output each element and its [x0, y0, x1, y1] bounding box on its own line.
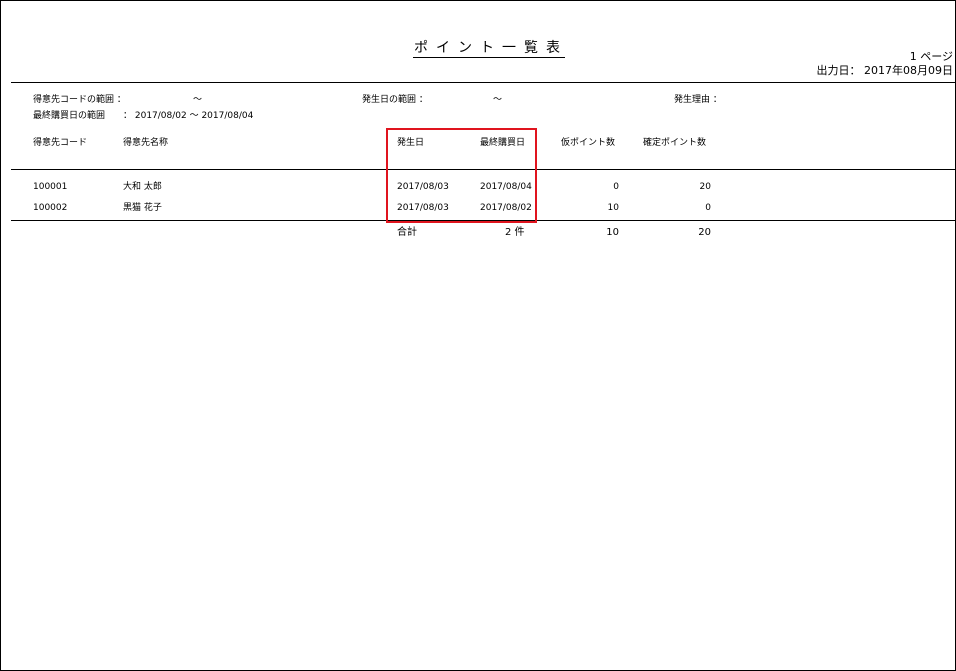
totals-confirmed-points: 20	[698, 227, 711, 238]
col-header-customer-name: 得意先名称	[123, 138, 169, 148]
totals-provisional-points: 10	[606, 227, 619, 238]
filter-last-purchase-label: 最終購買日の範囲	[33, 111, 106, 121]
page-number: 1 ページ	[909, 50, 953, 63]
row-customer-name: 大和 太郎	[123, 182, 162, 192]
row-customer-code: 100002	[33, 203, 68, 213]
filter-reason-label: 発生理由 ：	[674, 95, 722, 105]
row-confirmed-points: 0	[705, 203, 711, 213]
row-provisional-points: 10	[607, 203, 619, 213]
col-header-confirmed-points: 確定ポイント数	[643, 138, 707, 148]
title-underline	[413, 57, 565, 58]
report-page: ポイント一覧表 1 ページ 出力日： 2017年08月09日 得意先コードの範囲…	[0, 0, 956, 671]
date-columns-highlight-box	[386, 128, 537, 223]
filter-occurrence-date-sep: ～	[493, 95, 503, 105]
totals-count: 2 件	[505, 227, 525, 238]
row-provisional-points: 0	[613, 182, 619, 192]
filter-customer-code-label: 得意先コードの範囲 ：	[33, 95, 126, 105]
col-header-provisional-points: 仮ポイント数	[561, 138, 616, 148]
filter-customer-code-sep: ～	[193, 95, 203, 105]
report-title: ポイント一覧表	[414, 40, 568, 56]
filter-occurrence-date-label: 発生日の範囲 ：	[362, 95, 428, 105]
col-header-customer-code: 得意先コード	[33, 138, 88, 148]
totals-label: 合計	[397, 227, 417, 238]
output-date: 出力日： 2017年08月09日	[816, 64, 953, 77]
header-divider	[11, 82, 955, 83]
row-customer-name: 黒猫 花子	[123, 203, 162, 213]
filter-last-purchase-value: ： 2017/08/02 ～ 2017/08/04	[123, 111, 254, 121]
row-customer-code: 100001	[33, 182, 68, 192]
row-confirmed-points: 20	[699, 182, 711, 192]
